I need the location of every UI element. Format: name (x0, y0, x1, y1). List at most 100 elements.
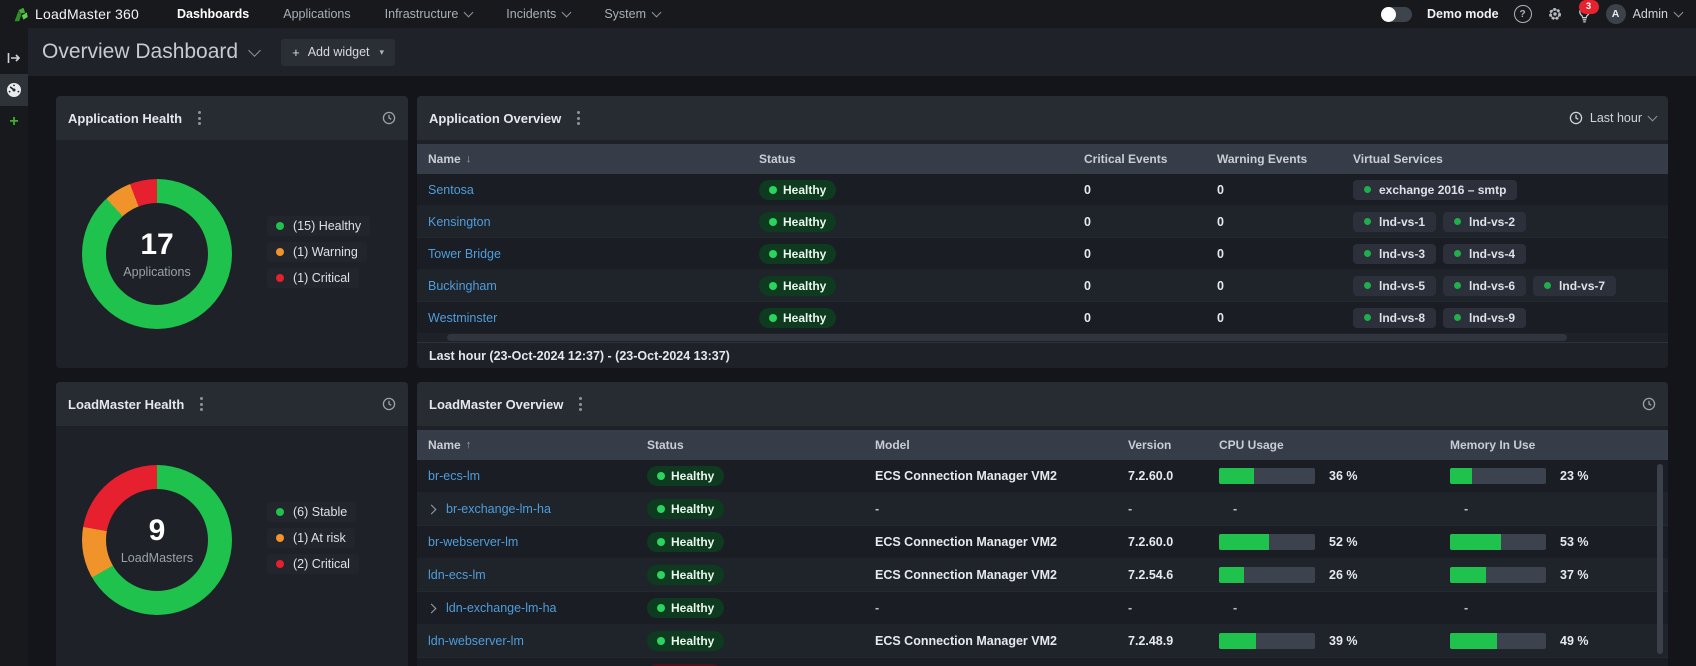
virtual-service-tag[interactable]: lnd-vs-8 (1353, 308, 1436, 328)
nav-item-applications[interactable]: Applications (283, 7, 350, 21)
loadmaster-name-link[interactable]: ldn-ecs-lm (428, 568, 486, 582)
application-name-link[interactable]: Sentosa (428, 183, 474, 197)
column-label: Model (875, 438, 910, 452)
horizontal-scrollbar[interactable] (447, 334, 1567, 341)
column-header-critical-events[interactable]: Critical Events (1084, 144, 1167, 174)
vertical-scrollbar[interactable] (1657, 464, 1663, 654)
table-row: ldn-webserver-lmHealthyECS Connection Ma… (417, 625, 1668, 658)
widget-header: LoadMaster Health (56, 382, 408, 426)
bar-fill (1219, 468, 1254, 484)
application-name-link[interactable]: Kensington (428, 215, 491, 229)
loadmaster-name-link[interactable]: ldn-webserver-lm (428, 634, 524, 648)
column-header-name[interactable]: Name↑ (428, 430, 471, 460)
column-header-version[interactable]: Version (1128, 430, 1171, 460)
status-dot (769, 282, 777, 290)
version-value: - (1128, 601, 1132, 615)
clock-icon[interactable] (1642, 397, 1656, 411)
clock-icon[interactable] (382, 397, 396, 411)
expand-chevron-icon[interactable] (427, 504, 437, 514)
nav-item-dashboards[interactable]: Dashboards (177, 7, 249, 21)
loadmaster-name-link[interactable]: br-exchange-lm-ha (446, 502, 551, 516)
legend-item-critical[interactable]: (2) Critical (267, 554, 359, 574)
model-value: - (875, 601, 879, 615)
chart-legend: (15) Healthy (1) Warning (1) Critical (267, 216, 370, 288)
column-header-warning-events[interactable]: Warning Events (1217, 144, 1307, 174)
column-header-virtual-services[interactable]: Virtual Services (1353, 144, 1443, 174)
table-row: BuckinghamHealthy00lnd-vs-5lnd-vs-6lnd-v… (417, 270, 1668, 302)
virtual-service-tag[interactable]: exchange 2016 – smtp (1353, 180, 1517, 200)
application-name-link[interactable]: Westminster (428, 311, 497, 325)
add-widget-button[interactable]: + Add widget ▾ (281, 39, 395, 66)
status-label: Healthy (671, 502, 714, 516)
kebab-menu-icon[interactable] (194, 107, 205, 129)
legend-item-healthy[interactable]: (15) Healthy (267, 216, 370, 236)
clock-icon[interactable] (382, 111, 396, 125)
sidebar: + (0, 28, 28, 666)
nav-item-label: Incidents (506, 7, 556, 21)
loadmaster-name-link[interactable]: ldn-exchange-lm-ha (446, 601, 556, 615)
memory-in-use-value-bar (1450, 633, 1546, 649)
brand[interactable]: LoadMaster 360 (0, 6, 139, 23)
brand-logo-icon (12, 6, 29, 23)
expand-chevron-icon[interactable] (427, 603, 437, 613)
column-header-memory-in-use[interactable]: Memory In Use (1450, 430, 1535, 460)
status-label: Healthy (671, 469, 714, 483)
virtual-service-tag[interactable]: lnd-vs-9 (1443, 308, 1526, 328)
column-label: CPU Usage (1219, 438, 1284, 452)
virtual-service-tag[interactable]: lnd-vs-1 (1353, 212, 1436, 232)
nav-item-system[interactable]: System (604, 7, 660, 21)
sort-desc-icon: ↓ (466, 153, 472, 165)
settings-button[interactable] (1547, 6, 1563, 22)
kebab-menu-icon[interactable] (575, 393, 586, 415)
application-name-link[interactable]: Buckingham (428, 279, 497, 293)
column-header-name[interactable]: Name↓ (428, 144, 471, 174)
kebab-menu-icon[interactable] (573, 107, 584, 129)
virtual-service-tag[interactable]: lnd-vs-7 (1533, 276, 1616, 296)
virtual-service-tag[interactable]: lnd-vs-4 (1443, 244, 1526, 264)
bar-fill (1219, 534, 1269, 550)
virtual-service-name: lnd-vs-4 (1469, 247, 1515, 261)
user-menu[interactable]: A Admin (1606, 4, 1682, 24)
plus-icon: + (292, 45, 300, 60)
timerange-label: Last hour (1590, 111, 1642, 125)
bar-fill (1450, 567, 1486, 583)
loadmaster-name-link[interactable]: br-ecs-lm (428, 469, 480, 483)
status-badge: Healthy (759, 244, 836, 264)
legend-item-stable[interactable]: (6) Stable (267, 502, 356, 522)
service-status-dot (1544, 282, 1551, 289)
nav-item-incidents[interactable]: Incidents (506, 7, 570, 21)
virtual-service-tag[interactable]: lnd-vs-6 (1443, 276, 1526, 296)
widget-title: Application Overview (429, 111, 561, 126)
timerange-button[interactable]: Last hour (1569, 111, 1656, 125)
status-badge: Healthy (647, 466, 724, 486)
memory-in-use-value: 23 % (1560, 469, 1589, 483)
legend-item-critical[interactable]: (1) Critical (267, 268, 359, 288)
bar-fill (1219, 633, 1256, 649)
cpu-usage-value: 39 % (1329, 634, 1358, 648)
status-dot (769, 250, 777, 258)
virtual-service-tag[interactable]: lnd-vs-5 (1353, 276, 1436, 296)
sidebar-add-button[interactable]: + (0, 106, 28, 138)
column-header-status[interactable]: Status (759, 144, 796, 174)
loadmaster-name-link[interactable]: br-webserver-lm (428, 535, 518, 549)
memory-in-use-value-bar (1450, 567, 1546, 583)
demo-mode-toggle[interactable] (1381, 7, 1412, 22)
service-status-dot (1364, 250, 1371, 257)
column-header-cpu-usage[interactable]: CPU Usage (1219, 430, 1284, 460)
sidebar-expand-button[interactable] (0, 42, 28, 74)
sidebar-item-dashboard[interactable] (0, 74, 28, 106)
legend-label: (1) Warning (293, 245, 358, 259)
column-header-model[interactable]: Model (875, 430, 910, 460)
kebab-menu-icon[interactable] (196, 393, 207, 415)
column-header-status[interactable]: Status (647, 430, 684, 460)
legend-item-warning[interactable]: (1) Warning (267, 242, 367, 262)
application-name-link[interactable]: Tower Bridge (428, 247, 501, 261)
notifications-button[interactable]: 3 (1578, 6, 1591, 23)
nav-item-infrastructure[interactable]: Infrastructure (385, 7, 473, 21)
virtual-service-tag[interactable]: lnd-vs-3 (1353, 244, 1436, 264)
legend-item-at-risk[interactable]: (1) At risk (267, 528, 355, 548)
help-icon[interactable]: ? (1514, 5, 1532, 23)
dashboard-title-selector[interactable]: Overview Dashboard (42, 40, 259, 64)
legend-dot (276, 560, 284, 568)
virtual-service-tag[interactable]: lnd-vs-2 (1443, 212, 1526, 232)
